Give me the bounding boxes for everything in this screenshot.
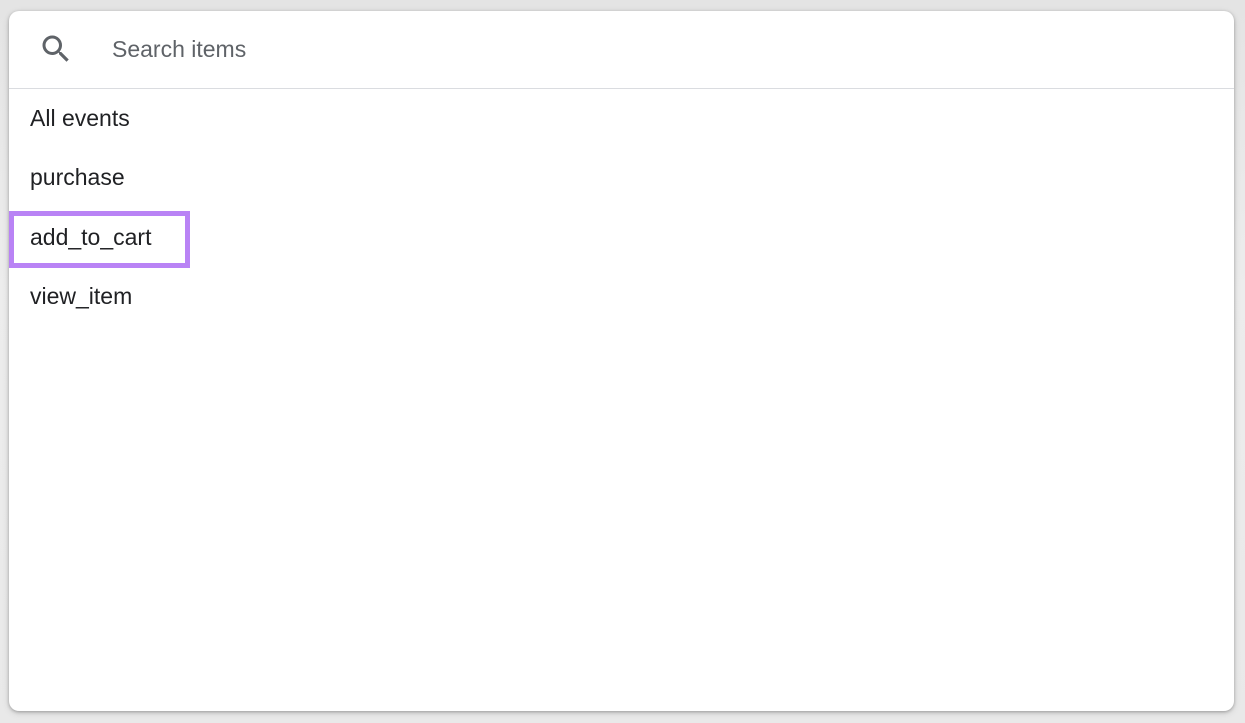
list-item-add-to-cart[interactable]: add_to_cart xyxy=(9,208,1234,267)
list-item-label: purchase xyxy=(30,164,125,190)
list-item-all-events[interactable]: All events xyxy=(9,89,1234,148)
search-bar xyxy=(9,11,1234,89)
search-input[interactable] xyxy=(112,33,712,65)
list-item-label: add_to_cart xyxy=(30,224,152,250)
list-item-purchase[interactable]: purchase xyxy=(9,148,1234,207)
list-item-label: All events xyxy=(30,105,130,131)
search-icon[interactable] xyxy=(38,31,74,67)
list-item-label: view_item xyxy=(30,283,133,309)
event-picker-dropdown: All events purchase add_to_cart view_ite… xyxy=(9,11,1234,711)
list-item-view-item[interactable]: view_item xyxy=(9,267,1234,326)
